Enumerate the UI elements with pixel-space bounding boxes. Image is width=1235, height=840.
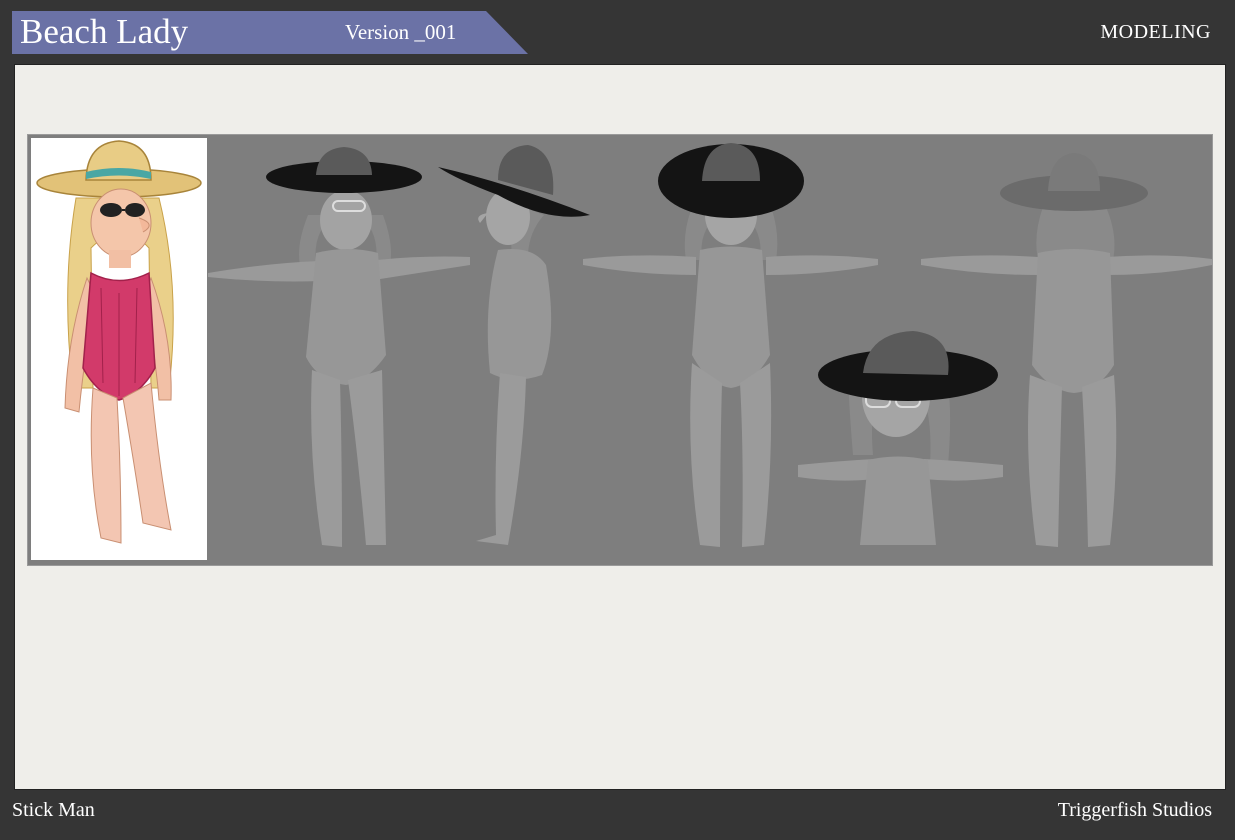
model-renders-panel: [208, 143, 1212, 547]
model-front-three-quarter: [208, 147, 470, 547]
version-label: Version _001: [345, 20, 457, 44]
section-label: MODELING: [1100, 21, 1211, 43]
model-side: [438, 145, 590, 545]
project-name: Stick Man: [12, 799, 95, 821]
turnaround-sheet: Beach Lady Version _001 MODELING Stick M…: [0, 0, 1235, 840]
model-front: [583, 143, 878, 547]
paper-sheet: [14, 64, 1226, 790]
page-title: Beach Lady: [20, 12, 189, 51]
studio-name: Triggerfish Studios: [1057, 799, 1212, 821]
model-turnaround-strip: [27, 134, 1213, 566]
concept-sketch-front: [31, 138, 207, 560]
model-back: [921, 153, 1212, 547]
model-bust-closeup: [798, 331, 1003, 545]
